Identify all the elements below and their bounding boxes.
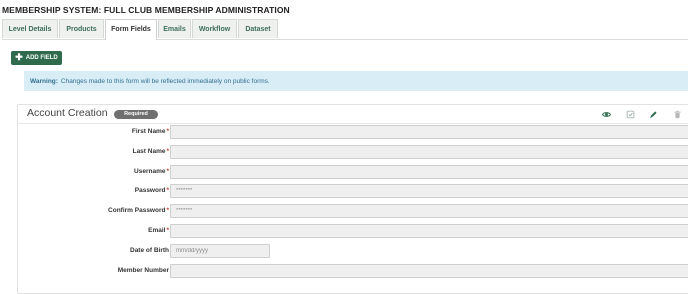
date-of-birth-label: Date of Birth xyxy=(130,247,169,254)
tab-workflow[interactable]: Workflow xyxy=(192,19,237,38)
tab-form-fields[interactable]: Form Fields xyxy=(105,19,157,40)
tab-level-details[interactable]: Level Details xyxy=(2,19,58,38)
username-field[interactable] xyxy=(170,165,688,179)
add-field-label: ADD FIELD xyxy=(25,55,58,61)
required-asterisk: * xyxy=(166,187,169,194)
form-row-password: Password* xyxy=(18,184,688,198)
form-row-last-name: Last Name* xyxy=(18,145,688,159)
account-creation-panel: Account Creation Required First Name* La… xyxy=(17,104,688,294)
tab-dataset[interactable]: Dataset xyxy=(238,19,278,38)
form-row-email: Email* xyxy=(18,224,688,238)
confirm-password-label: Confirm Password* xyxy=(108,207,169,214)
tab-products[interactable]: Products xyxy=(59,19,104,38)
last-name-label: Last Name* xyxy=(132,148,169,155)
warning-alert: Warning: Changes made to this form will … xyxy=(24,71,688,91)
required-asterisk: * xyxy=(166,207,169,214)
warning-message: Changes made to this form will be reflec… xyxy=(60,77,270,85)
panel-header: Account Creation Required xyxy=(18,105,688,124)
eye-icon[interactable] xyxy=(602,110,611,119)
first-name-label: First Name* xyxy=(131,128,169,135)
last-name-field[interactable] xyxy=(170,145,688,159)
page-title: MEMBERSHIP SYSTEM: FULL CLUB MEMBERSHIP … xyxy=(2,5,290,15)
required-asterisk: * xyxy=(166,128,169,135)
email-field[interactable] xyxy=(170,224,688,238)
date-of-birth-field[interactable] xyxy=(170,244,270,258)
member-number-label: Member Number xyxy=(117,267,169,274)
tab-bar: Level Details Products Form Fields Email… xyxy=(2,19,688,40)
required-asterisk: * xyxy=(166,148,169,155)
password-label: Password* xyxy=(134,187,169,194)
username-label: Username* xyxy=(134,168,169,175)
form-row-member-number: Member Number xyxy=(18,264,688,278)
trash-icon[interactable] xyxy=(673,110,682,119)
email-label: Email* xyxy=(148,227,169,234)
form-row-first-name: First Name* xyxy=(18,125,688,139)
pencil-icon[interactable] xyxy=(649,110,658,119)
add-field-button[interactable]: ✚ ADD FIELD xyxy=(11,51,62,65)
check-square-icon[interactable] xyxy=(626,110,635,119)
plus-icon: ✚ xyxy=(15,52,23,62)
required-asterisk: * xyxy=(166,227,169,234)
panel-title: Account Creation xyxy=(27,107,108,119)
first-name-field[interactable] xyxy=(170,125,688,139)
form-row-username: Username* xyxy=(18,165,688,179)
warning-title: Warning: xyxy=(30,77,58,85)
tab-emails[interactable]: Emails xyxy=(158,19,191,38)
required-asterisk: * xyxy=(166,168,169,175)
password-field[interactable] xyxy=(170,184,688,198)
form-row-date-of-birth: Date of Birth xyxy=(18,244,688,258)
form-row-confirm-password: Confirm Password* xyxy=(18,204,688,218)
required-badge: Required xyxy=(114,110,158,119)
member-number-field[interactable] xyxy=(170,264,688,278)
confirm-password-field[interactable] xyxy=(170,204,688,218)
